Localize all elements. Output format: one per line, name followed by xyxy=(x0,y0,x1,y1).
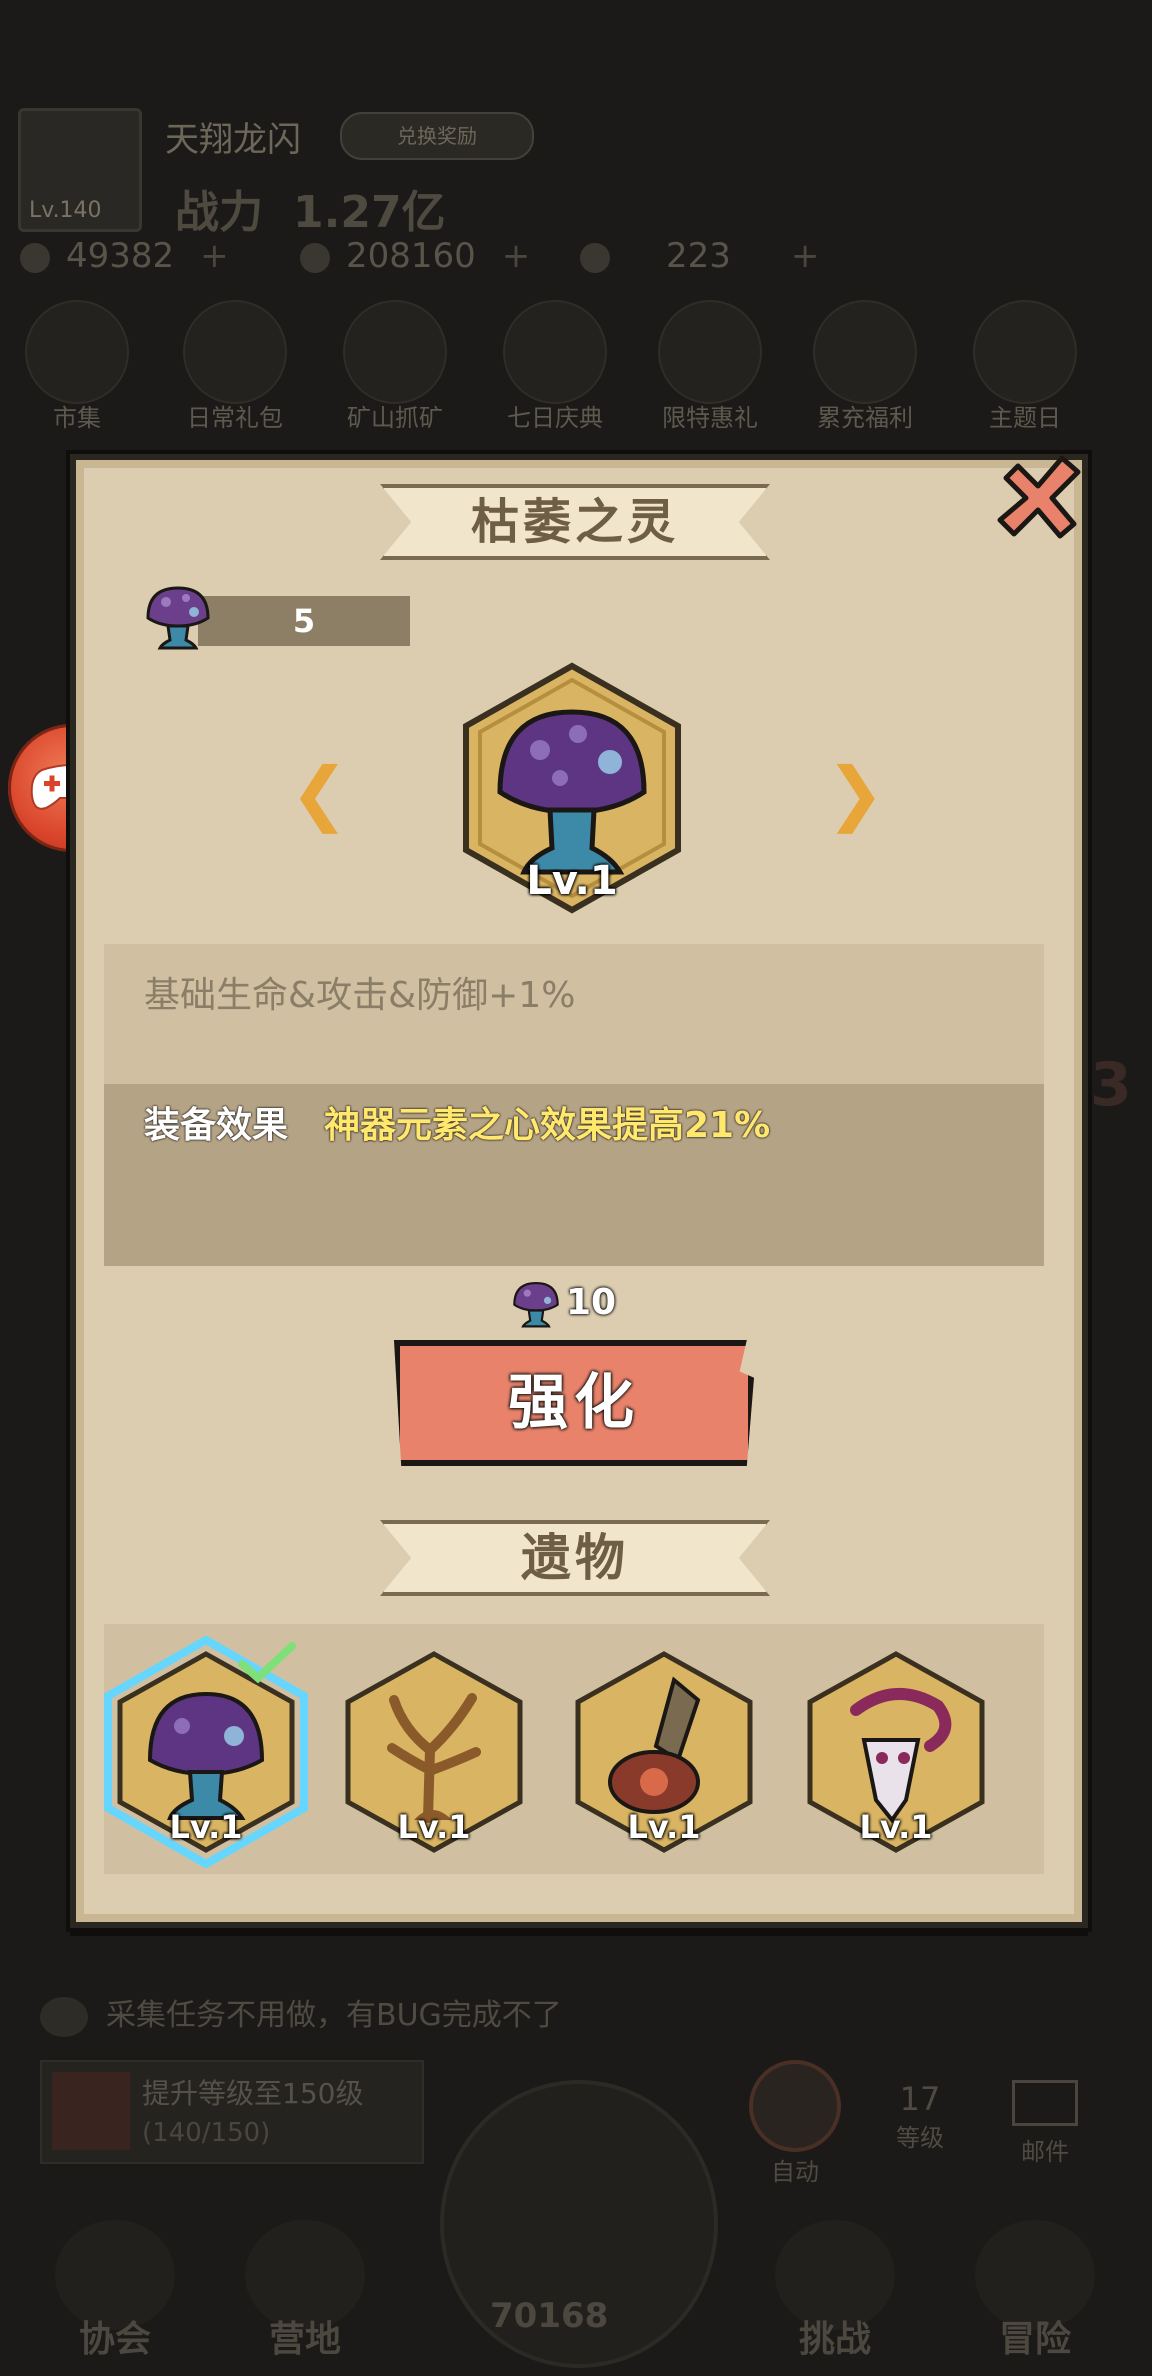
menu-special-offer[interactable]: 限特惠礼 xyxy=(645,300,775,433)
add-coin-button[interactable]: + xyxy=(502,236,531,276)
close-button[interactable] xyxy=(988,448,1088,548)
quest-icon xyxy=(52,2072,130,2150)
add-diamond-button[interactable]: + xyxy=(200,236,229,276)
auto-button[interactable]: 自动 xyxy=(745,2060,845,2187)
gift-icon xyxy=(183,300,287,404)
relic-slot-withered-tree[interactable]: Lv.1 xyxy=(344,1650,524,1854)
upgrade-button-label: 强化 xyxy=(508,1368,640,1438)
resource-diamond: 49382 + xyxy=(20,236,229,276)
relic-level: Lv.1 xyxy=(169,1808,243,1846)
relic-level: Lv.1 xyxy=(627,1808,701,1846)
relic-slot-ancient-seal[interactable]: Lv.1 xyxy=(574,1650,754,1854)
menu-label: 七日庆典 xyxy=(507,404,603,432)
player-name: 天翔龙闪 xyxy=(165,120,301,160)
menu-label: 市集 xyxy=(53,404,101,432)
event-menu: 市集 日常礼包 矿山抓矿 七日庆典 限特惠礼 累充福利 主题日 xyxy=(0,300,1152,433)
side-decoration: 3 xyxy=(1090,1050,1132,1120)
resource-coin: 208160 + xyxy=(300,236,530,276)
power-display: 战力 1.27亿 xyxy=(175,176,446,240)
relics-section-banner: 遗物 xyxy=(380,1520,770,1596)
menu-seven-day[interactable]: 七日庆典 xyxy=(490,300,620,433)
mushroom-icon xyxy=(513,1281,559,1328)
relic-slot-mushroom[interactable]: Lv.1 xyxy=(104,1636,308,1868)
player-avatar[interactable]: Lv.140 xyxy=(18,108,142,232)
menu-label: 主题日 xyxy=(989,404,1061,432)
mail-icon xyxy=(1012,2080,1078,2126)
nav-challenge[interactable]: 挑战 xyxy=(760,2220,910,2362)
menu-label: 矿山抓矿 xyxy=(347,404,443,432)
prev-arrow-button[interactable]: ❮ xyxy=(290,752,349,834)
menu-theme-day[interactable]: 主题日 xyxy=(960,300,1090,433)
title-banner: 枯萎之灵 xyxy=(380,484,770,560)
auto-label: 自动 xyxy=(771,2158,819,2186)
menu-mine[interactable]: 矿山抓矿 xyxy=(330,300,460,433)
resource-star: 223 + xyxy=(580,236,819,276)
coin-value: 208160 xyxy=(346,236,476,276)
owned-count-bar: 5 xyxy=(198,596,410,646)
power-label: 战力 xyxy=(175,187,263,238)
power-value: 1.27亿 xyxy=(293,187,446,238)
quest-box[interactable]: 提升等级至150级 (140/150) xyxy=(40,2060,424,2164)
nav-label: 营地 xyxy=(268,2319,341,2360)
menu-recharge[interactable]: 累充福利 xyxy=(800,300,930,433)
nav-label: 协会 xyxy=(78,2319,151,2360)
quest-title: 提升等级至150级 xyxy=(142,2077,364,2110)
nav-adventure[interactable]: 冒险 xyxy=(960,2220,1110,2362)
check-icon xyxy=(238,1642,296,1684)
menu-label: 累充福利 xyxy=(817,404,913,432)
level-value: 17 xyxy=(899,2080,941,2118)
owned-count-value: 5 xyxy=(292,602,316,640)
mail-button[interactable]: 邮件 xyxy=(995,2080,1095,2167)
upgrade-cost-value: 10 xyxy=(566,1282,617,1323)
level-button[interactable]: 17 等级 xyxy=(880,2080,960,2153)
theme-icon xyxy=(973,300,1077,404)
mail-label: 邮件 xyxy=(1021,2138,1069,2166)
seven-icon xyxy=(503,300,607,404)
menu-label: 限特惠礼 xyxy=(662,404,758,432)
mine-icon xyxy=(343,300,447,404)
equip-effect-label: 装备效果 xyxy=(144,1105,289,1146)
diamond-icon xyxy=(20,242,50,273)
nav-camp[interactable]: 营地 xyxy=(230,2220,380,2362)
upgrade-button[interactable]: 强化 xyxy=(394,1340,754,1466)
menu-market[interactable]: 市集 xyxy=(12,300,142,433)
current-relic-level: Lv.1 xyxy=(526,858,618,904)
mushroom-icon xyxy=(142,582,214,656)
equip-effect-value: 神器元素之心效果提高21% xyxy=(324,1105,771,1146)
market-icon xyxy=(25,300,129,404)
next-arrow-button[interactable]: ❯ xyxy=(826,752,885,834)
chat-line[interactable]: 采集任务不用做，有BUG完成不了 xyxy=(40,1990,562,2037)
current-relic-card: Lv.1 xyxy=(460,662,684,914)
relic-level: Lv.1 xyxy=(859,1808,933,1846)
relic-slot-serpent-mask[interactable]: Lv.1 xyxy=(806,1650,986,1854)
menu-label: 日常礼包 xyxy=(187,404,283,432)
relics-section-title: 遗物 xyxy=(521,1529,629,1587)
quest-progress: (140/150) xyxy=(142,2118,271,2148)
add-star-button[interactable]: + xyxy=(791,236,820,276)
nav-label: 冒险 xyxy=(998,2319,1071,2360)
nav-guild[interactable]: 协会 xyxy=(40,2220,190,2362)
star-value: 223 xyxy=(666,236,731,276)
coin-icon xyxy=(300,242,330,273)
star-icon xyxy=(580,242,610,273)
chat-bubble-icon xyxy=(40,1996,88,2037)
diamond-value: 49382 xyxy=(66,236,175,276)
recharge-icon xyxy=(813,300,917,404)
chat-text: 采集任务不用做，有BUG完成不了 xyxy=(106,1998,562,2033)
base-effect-text: 基础生命&攻击&防御+1% xyxy=(144,975,576,1016)
guild-badge[interactable]: 兑换奖励 xyxy=(340,112,534,160)
upgrade-cost: 10 xyxy=(510,1278,616,1330)
offer-icon xyxy=(658,300,762,404)
player-level: Lv.140 xyxy=(29,198,102,223)
relic-level: Lv.1 xyxy=(397,1808,471,1846)
bottom-nav: 协会 营地 挑战 冒险 xyxy=(0,2200,1152,2376)
base-effect-box: 基础生命&攻击&防御+1% xyxy=(104,944,1044,1084)
level-label: 等级 xyxy=(896,2124,944,2152)
nav-label: 挑战 xyxy=(798,2319,871,2360)
gear-icon xyxy=(749,2060,841,2152)
modal-title: 枯萎之灵 xyxy=(470,494,679,550)
menu-daily-gift[interactable]: 日常礼包 xyxy=(170,300,300,433)
equip-effect-box: 装备效果 神器元素之心效果提高21% xyxy=(104,1084,1044,1266)
close-icon xyxy=(997,455,1081,539)
